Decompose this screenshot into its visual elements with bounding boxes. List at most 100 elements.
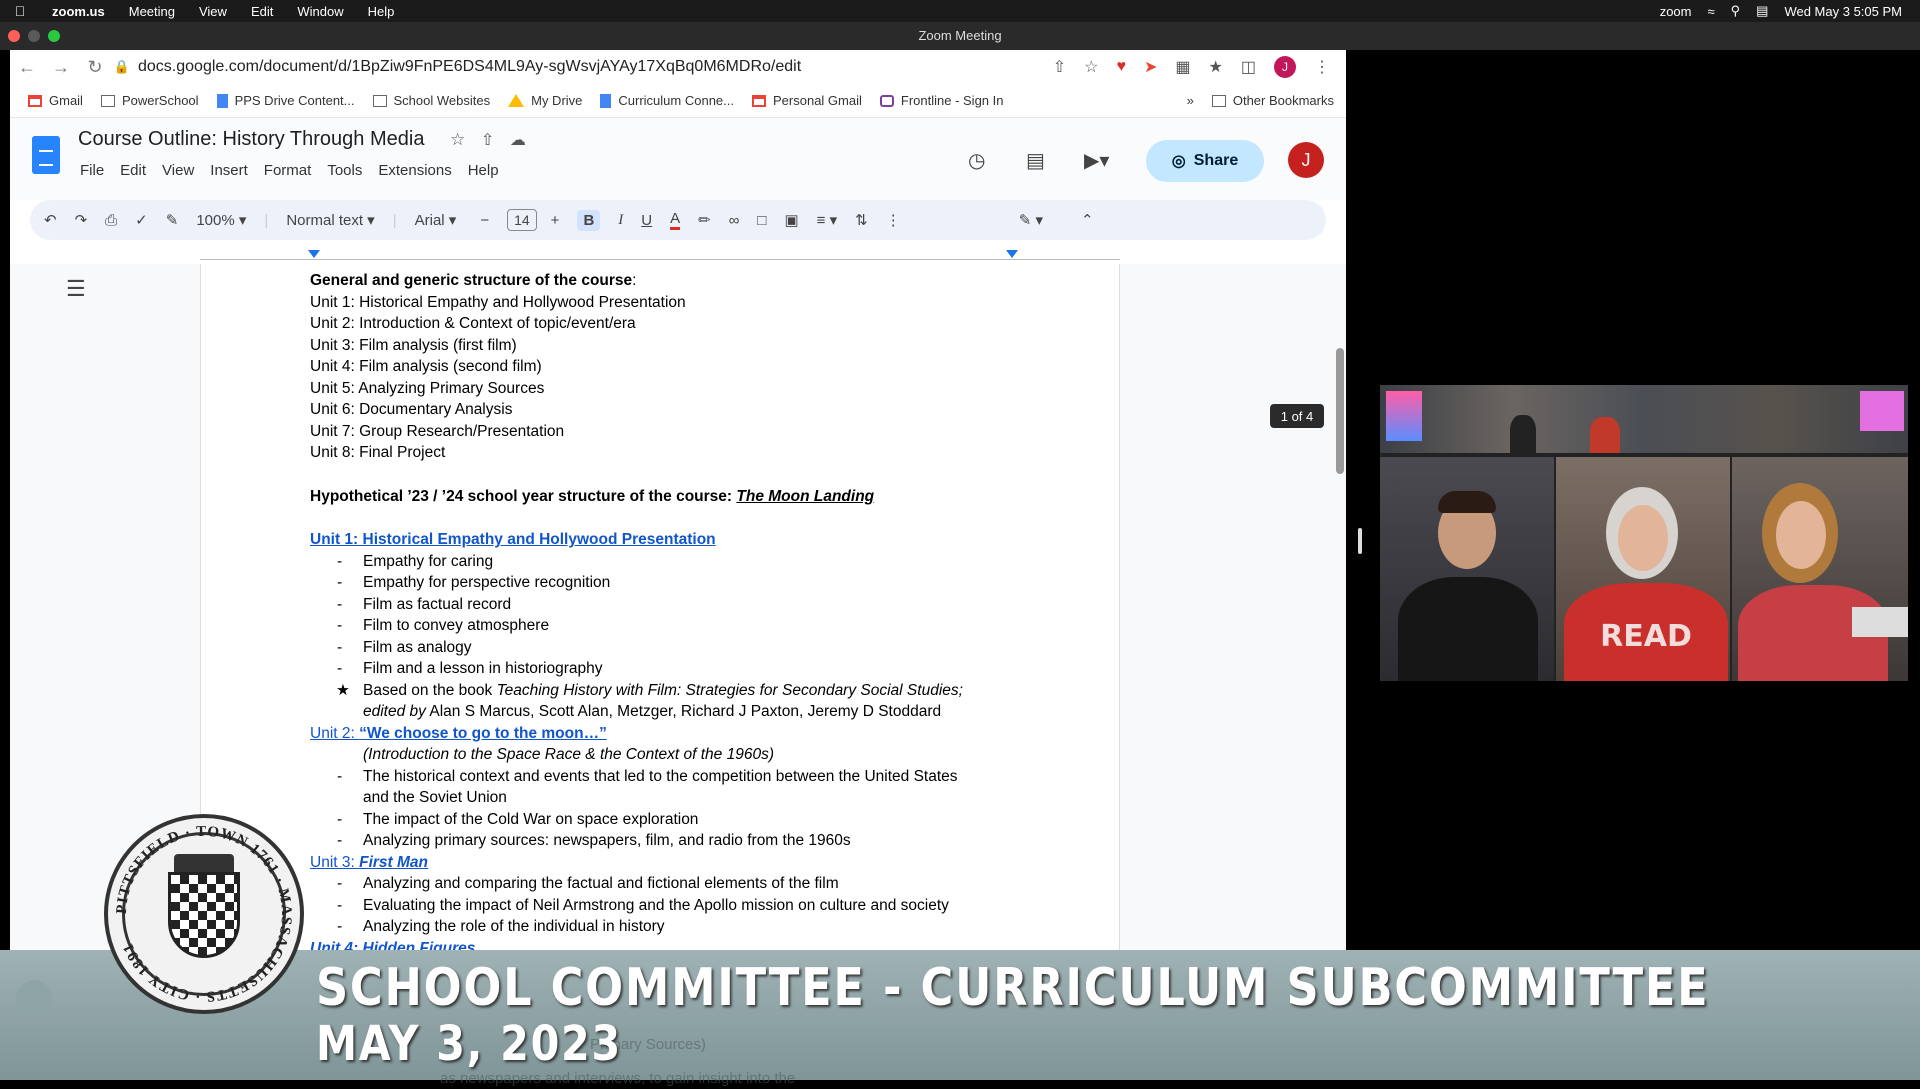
menu-help[interactable]: Help	[356, 4, 407, 19]
bookmark-gmail[interactable]: Gmail	[28, 93, 83, 108]
align-icon[interactable]: ≡ ▾	[817, 211, 837, 229]
extension-heart-icon[interactable]: ♥	[1117, 58, 1127, 76]
document-page[interactable]: General and generic structure of the cou…	[200, 264, 1120, 950]
unit3-link-prefix[interactable]: Unit 3:	[310, 854, 359, 871]
unit3-link[interactable]: Unit 3: First Man	[310, 852, 1070, 874]
menu-view[interactable]: View	[187, 4, 239, 19]
participant-tile-1[interactable]	[1380, 457, 1554, 681]
docs-menu-insert[interactable]: Insert	[210, 162, 248, 179]
redo-icon[interactable]: ↷	[75, 211, 88, 229]
bookmark-star-icon[interactable]: ☆	[1084, 57, 1098, 77]
share-page-icon[interactable]: ⇧	[1053, 57, 1066, 77]
italic-button[interactable]: I	[618, 212, 623, 229]
fullscreen-window-button[interactable]	[48, 30, 60, 42]
control-center-icon[interactable]: ▤	[1756, 3, 1768, 19]
share-button[interactable]: ◎ Share	[1146, 140, 1264, 182]
docs-menu-format[interactable]: Format	[264, 162, 312, 179]
forward-icon[interactable]: →	[44, 57, 78, 78]
comments-icon[interactable]: ▤	[1026, 148, 1045, 173]
print-icon[interactable]: ⎙	[105, 212, 117, 229]
bookmark-my-drive[interactable]: My Drive	[508, 93, 582, 108]
zoom-status-item[interactable]: zoom	[1660, 4, 1692, 19]
zoom-select[interactable]: 100% ▾	[196, 211, 246, 229]
editing-mode-icon[interactable]: ✎ ▾	[1019, 211, 1043, 229]
paragraph-style-select[interactable]: Normal text ▾	[286, 211, 374, 229]
font-select[interactable]: Arial ▾	[415, 211, 457, 229]
bookmark-pps-drive[interactable]: PPS Drive Content...	[216, 93, 355, 108]
extension-icon[interactable]: ▦	[1175, 57, 1190, 77]
bookmark-personal-gmail[interactable]: Personal Gmail	[752, 93, 862, 108]
add-comment-icon[interactable]: □	[757, 212, 766, 229]
spotlight-search-icon[interactable]: ⚲	[1731, 3, 1741, 19]
extensions-puzzle-icon[interactable]: ★	[1209, 57, 1223, 77]
text-color-button[interactable]: A	[670, 210, 681, 230]
profile-avatar[interactable]: J	[1274, 56, 1296, 78]
google-docs-logo-icon[interactable]	[32, 136, 60, 174]
underline-button[interactable]: U	[641, 212, 652, 229]
unit2-link[interactable]: Unit 2: “We choose to go to the moon…”	[310, 723, 1070, 745]
document-title[interactable]: Course Outline: History Through Media ☆ …	[78, 128, 526, 151]
unit2-link-title[interactable]: “We choose to go to the moon…”	[359, 725, 607, 742]
url-field[interactable]: docs.google.com/document/d/1BpZiw9FnPE6D…	[138, 58, 801, 76]
menu-edit[interactable]: Edit	[239, 4, 285, 19]
participant-tile-2[interactable]: READ	[1556, 457, 1730, 681]
right-indent-marker-icon[interactable]	[1006, 250, 1018, 258]
docs-menu-tools[interactable]: Tools	[327, 162, 362, 179]
more-bookmarks-button[interactable]: »	[1187, 93, 1194, 108]
font-size-input[interactable]: 14	[507, 209, 537, 231]
insert-link-icon[interactable]: ∞	[729, 212, 740, 229]
spellcheck-icon[interactable]: ✓	[135, 211, 148, 229]
menu-meeting[interactable]: Meeting	[117, 4, 187, 19]
bookmark-school-websites[interactable]: School Websites	[372, 93, 490, 108]
other-bookmarks[interactable]: Other Bookmarks	[1211, 93, 1334, 108]
minimize-window-button[interactable]	[28, 30, 40, 42]
horizontal-ruler[interactable]	[10, 242, 1346, 264]
increase-font-size-button[interactable]: +	[551, 212, 560, 229]
apple-icon[interactable]: 	[0, 3, 40, 19]
highlight-icon[interactable]: ✏	[698, 211, 711, 229]
document-body[interactable]: General and generic structure of the cou…	[310, 270, 1070, 950]
undo-icon[interactable]: ↶	[44, 211, 57, 229]
account-avatar[interactable]: J	[1288, 142, 1324, 178]
back-icon[interactable]: ←	[10, 57, 44, 78]
meet-video-icon[interactable]: ▶▾	[1084, 148, 1109, 173]
participant-tile-3[interactable]	[1732, 457, 1908, 681]
extension-arrow-icon[interactable]: ➤	[1144, 57, 1157, 77]
menu-app-name[interactable]: zoom.us	[40, 4, 117, 19]
left-indent-marker-icon[interactable]	[308, 250, 320, 258]
star-icon[interactable]: ☆	[450, 130, 465, 149]
close-window-button[interactable]	[8, 30, 20, 42]
more-tools-icon[interactable]: ⋮	[886, 211, 901, 229]
unit2-link-prefix[interactable]: Unit 2:	[310, 725, 359, 742]
panel-resize-handle[interactable]	[1358, 528, 1362, 554]
side-panel-icon[interactable]: ◫	[1241, 57, 1256, 77]
menu-clock[interactable]: Wed May 3 5:05 PM	[1784, 4, 1902, 19]
version-history-icon[interactable]: ◷	[968, 148, 985, 173]
vertical-scrollbar[interactable]	[1336, 348, 1344, 474]
participant-tile-room[interactable]	[1380, 385, 1908, 453]
decrease-font-size-button[interactable]: −	[480, 212, 489, 229]
docs-menu-extensions[interactable]: Extensions	[378, 162, 451, 179]
reload-icon[interactable]: ↻	[78, 57, 112, 78]
browser-menu-icon[interactable]: ⋮	[1314, 57, 1330, 77]
docs-menu-help[interactable]: Help	[468, 162, 499, 179]
bookmark-curriculum[interactable]: Curriculum Conne...	[600, 93, 734, 108]
insert-image-icon[interactable]: ▣	[784, 211, 798, 229]
unit1-link[interactable]: Unit 1: Historical Empathy and Hollywood…	[310, 529, 1070, 551]
cloud-status-icon[interactable]: ☁	[510, 132, 526, 149]
bookmark-powerschool[interactable]: PowerSchool	[100, 93, 199, 108]
move-icon[interactable]: ⇧	[481, 132, 494, 149]
bookmark-frontline[interactable]: Frontline - Sign In	[879, 93, 1003, 108]
docs-menu-view[interactable]: View	[162, 162, 194, 179]
wifi-icon[interactable]: ≈	[1707, 4, 1714, 19]
menu-window[interactable]: Window	[285, 4, 355, 19]
bold-button[interactable]: B	[577, 209, 601, 231]
docs-menu-file[interactable]: File	[80, 162, 104, 179]
docs-menu-edit[interactable]: Edit	[120, 162, 146, 179]
document-outline-icon[interactable]: ☰	[66, 276, 86, 302]
unit4-link-partial[interactable]: Unit 4: Hidden Figures	[310, 938, 1070, 951]
document-title-text[interactable]: Course Outline: History Through Media	[78, 128, 424, 150]
collapse-menus-icon[interactable]: ⌃	[1081, 211, 1094, 229]
line-spacing-icon[interactable]: ⇅	[855, 211, 868, 229]
paint-format-icon[interactable]: ✎	[166, 211, 179, 229]
